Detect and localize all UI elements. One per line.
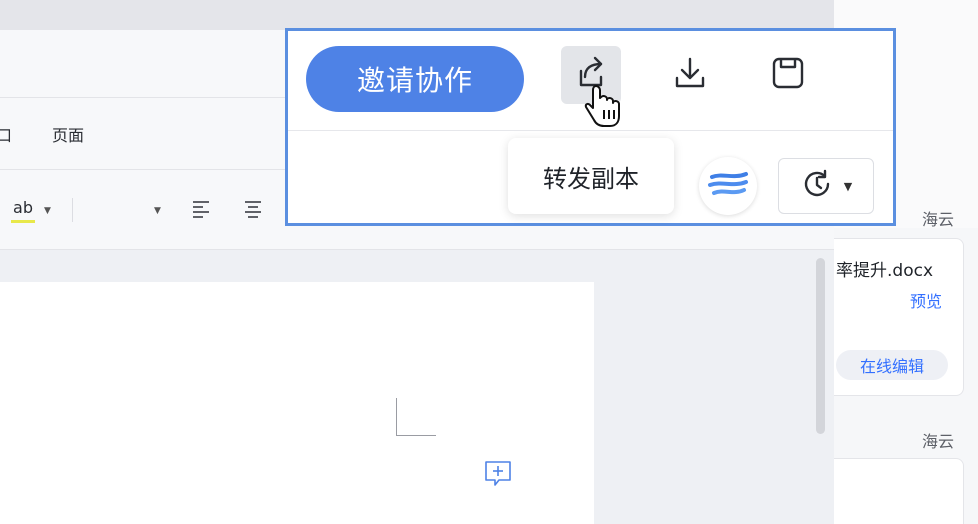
style-dropdown-caret-icon[interactable]: ▼	[154, 206, 161, 216]
file-message-card-2[interactable]	[834, 458, 964, 524]
download-icon	[670, 53, 710, 97]
menu-item-insert[interactable]: 口	[0, 122, 12, 146]
hand-pointer-cursor-icon	[584, 82, 624, 130]
history-icon	[800, 167, 834, 205]
highlight-color-button[interactable]: ab	[10, 196, 36, 226]
invite-collaborate-button[interactable]: 邀请协作	[306, 46, 524, 112]
message-sender-name-2: 海云	[922, 432, 955, 451]
align-center-icon[interactable]	[242, 198, 264, 220]
add-comment-icon[interactable]	[482, 458, 514, 490]
page-margin-corner-mark	[396, 398, 436, 436]
history-button[interactable]: ▼	[778, 158, 874, 214]
highlight-color-swatch	[11, 220, 35, 223]
message-sender-name: 海云	[922, 210, 955, 229]
toolbar-divider	[72, 198, 73, 222]
save-button[interactable]	[758, 46, 818, 104]
history-dropdown-caret-icon: ▼	[843, 179, 853, 193]
toolbar-divider-line	[288, 130, 893, 131]
menu-item-page[interactable]: 页面	[52, 122, 84, 146]
highlight-dropdown-caret-icon[interactable]: ▼	[44, 206, 51, 216]
window-title-strip	[0, 0, 834, 30]
download-button[interactable]	[660, 46, 720, 104]
preview-link[interactable]: 预览	[910, 288, 942, 312]
app-logo-icon[interactable]	[699, 157, 757, 215]
online-edit-button[interactable]: 在线编辑	[836, 350, 948, 380]
align-left-icon[interactable]	[190, 198, 212, 220]
file-name: 率提升.docx	[836, 261, 934, 281]
editor-scrollbar-thumb[interactable]	[816, 258, 825, 434]
save-icon	[768, 53, 808, 97]
share-copy-tooltip: 转发副本	[508, 138, 674, 214]
highlight-label: ab	[13, 198, 33, 217]
